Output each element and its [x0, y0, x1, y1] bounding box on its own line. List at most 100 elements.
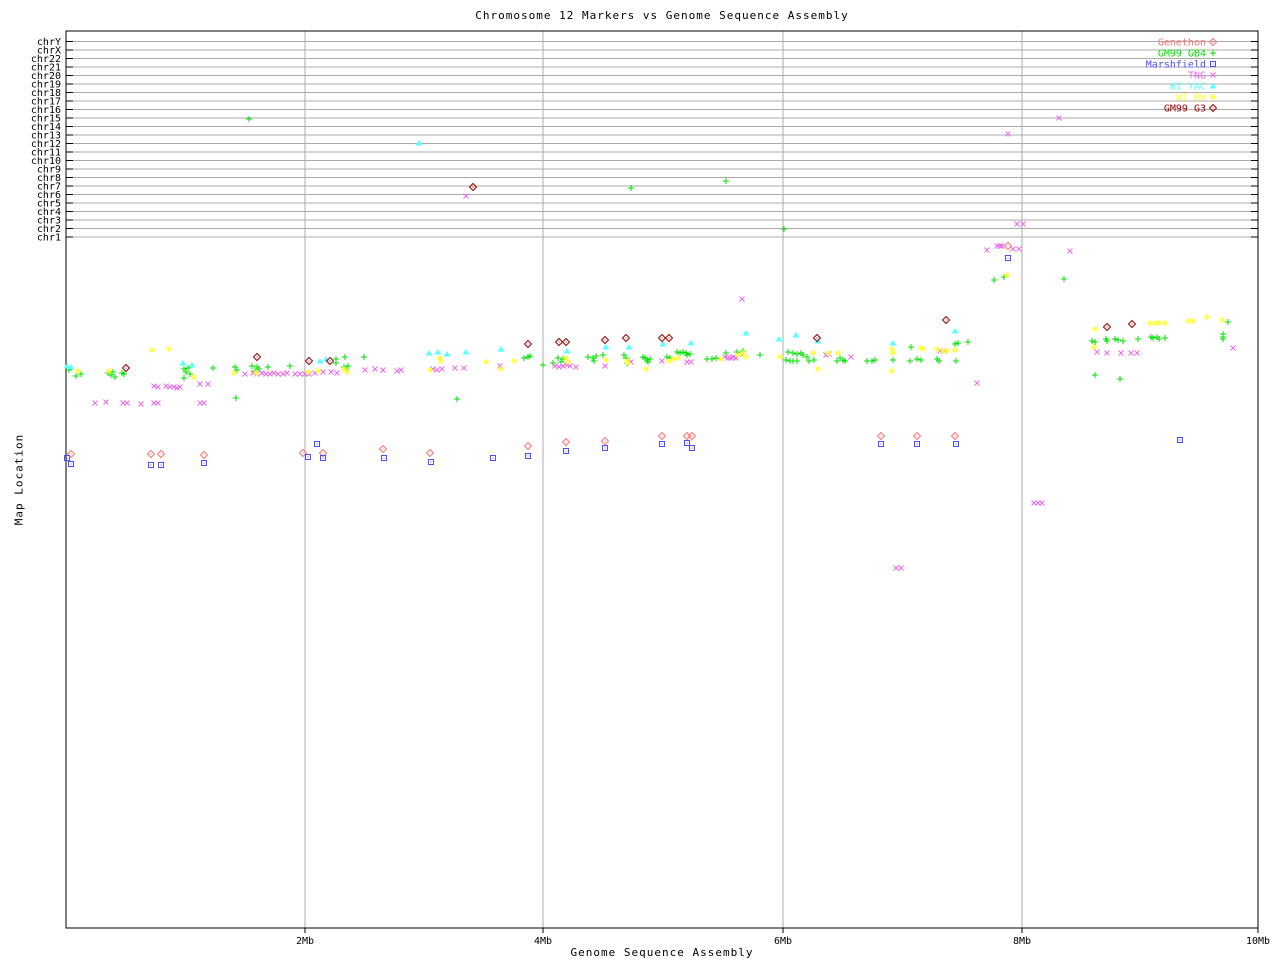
data-point [1118, 350, 1124, 356]
data-point-dot [70, 463, 72, 465]
data-point [372, 366, 378, 372]
data-point [205, 381, 211, 387]
data-point [362, 367, 368, 373]
data-point-dot [150, 464, 152, 466]
data-point-dot [150, 453, 152, 455]
data-point [811, 357, 817, 363]
data-point [560, 363, 566, 369]
data-point [777, 354, 783, 360]
data-point [659, 358, 665, 364]
data-point [1067, 248, 1073, 254]
data-point-dot [686, 435, 688, 437]
data-point [1020, 221, 1026, 227]
data-point-dot [203, 454, 205, 456]
data-point-dot [308, 360, 310, 362]
legend-marker-dot [1212, 107, 1214, 109]
data-point-dot [1179, 439, 1181, 441]
plot-frame [65, 30, 1259, 929]
data-point [497, 346, 505, 352]
data-point [1089, 338, 1095, 344]
data-point-dot [302, 452, 304, 454]
data-point [342, 354, 348, 360]
data-point [521, 355, 527, 361]
data-point [155, 400, 161, 406]
data-point [952, 347, 958, 353]
data-point [893, 565, 899, 571]
data-point [952, 341, 958, 347]
data-point [792, 332, 800, 338]
data-point [231, 370, 237, 376]
data-point [284, 370, 290, 376]
data-point [585, 354, 591, 360]
data-point [188, 362, 196, 368]
data-point-dot [322, 457, 324, 459]
data-point [305, 369, 311, 375]
data-point-dot [256, 356, 258, 358]
data-point-dot [472, 186, 474, 188]
data-point [781, 226, 787, 232]
data-point [794, 351, 800, 357]
data-point [687, 340, 695, 346]
data-point [443, 351, 451, 357]
x-tick-label: 8Mb [1013, 936, 1031, 947]
data-point [1091, 344, 1097, 350]
data-point [138, 401, 144, 407]
legend-label: WI RH [1176, 93, 1206, 104]
data-point [889, 368, 895, 374]
data-point [810, 350, 816, 356]
data-point [743, 354, 749, 360]
data-point-dot [430, 461, 432, 463]
data-point [907, 358, 913, 364]
data-point [723, 350, 729, 356]
data-point [555, 355, 561, 361]
data-point [434, 367, 440, 373]
data-point-dot [316, 443, 318, 445]
data-point-dot [527, 445, 529, 447]
data-point [246, 116, 252, 122]
data-point-dot [160, 453, 162, 455]
data-point [201, 400, 207, 406]
data-point [869, 358, 875, 364]
data-point-dot [492, 457, 494, 459]
data-point-dot [1007, 245, 1009, 247]
data-point [439, 366, 445, 372]
legend-marker-dot [1212, 63, 1214, 65]
data-point [275, 371, 281, 377]
data-point-dot [160, 464, 162, 466]
data-point-dot [203, 462, 205, 464]
data-point-dot [307, 456, 309, 458]
data-point [292, 371, 298, 377]
data-point [890, 350, 896, 356]
data-point [742, 330, 750, 336]
data-point [1135, 336, 1141, 342]
data-point-dot [661, 443, 663, 445]
data-point-dot [916, 435, 918, 437]
data-point [600, 352, 606, 358]
data-point-dot [880, 443, 882, 445]
data-point [1230, 345, 1236, 351]
data-point [1092, 326, 1098, 332]
data-point-dot [955, 443, 957, 445]
data-point [872, 357, 878, 363]
data-point [1162, 320, 1168, 326]
data-point [380, 367, 386, 373]
data-point [955, 340, 961, 346]
data-point [149, 347, 155, 353]
data-point [625, 344, 633, 350]
data-point [1039, 500, 1045, 506]
data-point [1156, 320, 1162, 326]
data-point [674, 349, 680, 355]
data-point [908, 344, 914, 350]
data-point [1061, 276, 1067, 282]
data-point [783, 357, 789, 363]
data-point [790, 350, 796, 356]
data-point [249, 363, 255, 369]
data-point [1005, 131, 1011, 137]
data-point [1010, 246, 1016, 252]
data-point-dot [954, 435, 956, 437]
data-point [287, 363, 293, 369]
data-point-dot [604, 339, 606, 341]
legend-label: WI YAC [1170, 82, 1206, 93]
data-point [1104, 350, 1110, 356]
plot-area: chrYchrXchr22chr21chr20chr19chr18chr17ch… [31, 30, 1270, 947]
